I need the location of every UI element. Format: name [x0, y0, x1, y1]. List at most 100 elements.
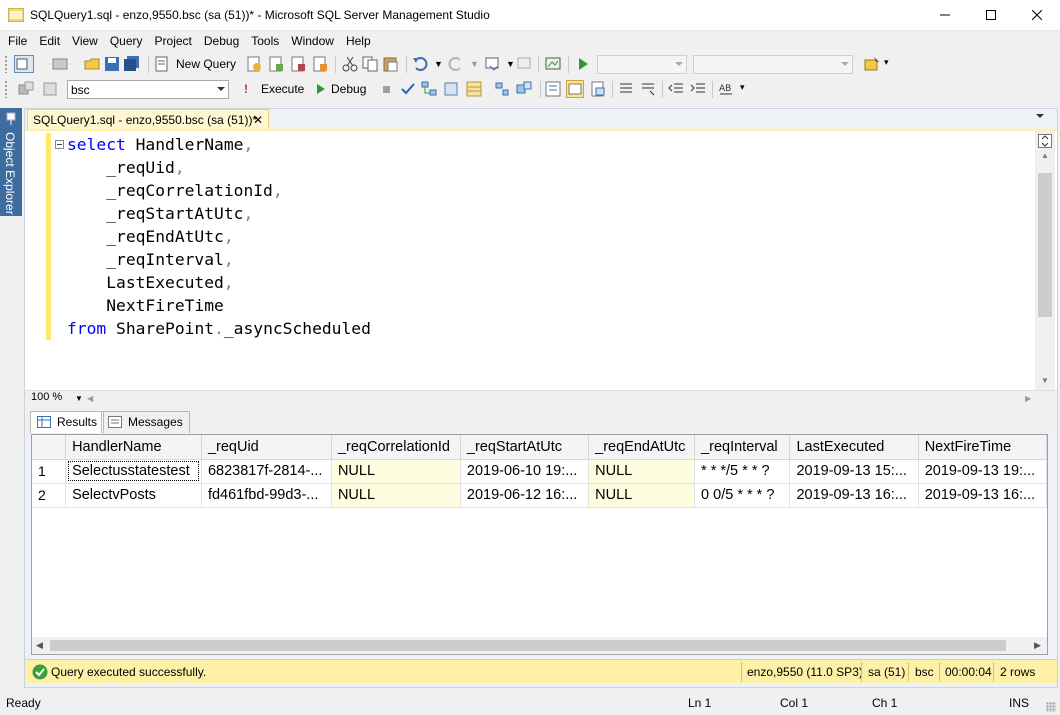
- scroll-down-arrow-icon[interactable]: ▼: [1041, 376, 1049, 385]
- column-header[interactable]: HandlerName: [65, 435, 202, 460]
- grid-cell[interactable]: NULL: [588, 483, 696, 508]
- change-connection-icon[interactable]: [42, 81, 58, 97]
- editor-scroll-thumb[interactable]: [1038, 173, 1052, 317]
- execute-button[interactable]: Execute: [261, 82, 304, 96]
- tab-messages[interactable]: Messages: [101, 411, 190, 433]
- code-line[interactable]: NextFireTime: [67, 294, 371, 317]
- live-query-statistics-icon[interactable]: [516, 81, 532, 97]
- comment-out-icon[interactable]: [618, 81, 634, 97]
- column-header[interactable]: _reqInterval: [694, 435, 791, 460]
- grid-horizontal-scrollbar[interactable]: ◀ ▶: [32, 637, 1047, 654]
- open-file-icon[interactable]: [84, 56, 100, 72]
- new-query-button[interactable]: New Query: [176, 57, 236, 71]
- solution-platform-combo[interactable]: [693, 55, 853, 74]
- start-debugging-icon[interactable]: [575, 56, 591, 72]
- results-to-file-icon[interactable]: [590, 81, 606, 97]
- grid-cell[interactable]: 2019-06-10 19:...: [460, 459, 590, 484]
- copy-icon[interactable]: [362, 56, 378, 72]
- grid-cell[interactable]: 2019-06-12 16:...: [460, 483, 590, 508]
- redo-dropdown-icon[interactable]: ▼: [470, 59, 479, 69]
- grid-cell[interactable]: Selectusstatestest: [65, 459, 202, 484]
- code-line[interactable]: _reqEndAtUtc,: [67, 225, 371, 248]
- query-options-icon[interactable]: [443, 81, 459, 97]
- row-number-header[interactable]: [32, 435, 67, 460]
- client-statistics-icon[interactable]: [545, 81, 561, 97]
- menu-view[interactable]: View: [66, 31, 104, 52]
- zoom-level[interactable]: 100 %: [31, 391, 73, 405]
- close-tab-icon[interactable]: ✕: [253, 113, 263, 127]
- scroll-up-arrow-icon[interactable]: ▲: [1041, 151, 1049, 160]
- row-number[interactable]: 1: [32, 459, 67, 484]
- scroll-left-arrow-icon[interactable]: ◀: [36, 640, 43, 651]
- connect-icon[interactable]: [18, 81, 34, 97]
- column-header[interactable]: _reqStartAtUtc: [460, 435, 590, 460]
- scroll-left-arrow-icon[interactable]: ◀: [87, 394, 93, 403]
- grid-cell[interactable]: 0 0/5 * * * ?: [694, 483, 791, 508]
- database-engine-query-icon[interactable]: [246, 56, 262, 72]
- column-header[interactable]: _reqCorrelationId: [331, 435, 461, 460]
- save-all-icon[interactable]: [124, 56, 140, 72]
- menu-edit[interactable]: Edit: [33, 31, 66, 52]
- grid-cell[interactable]: 2019-09-13 15:...: [789, 459, 919, 484]
- navigate-dropdown-icon[interactable]: ▼: [506, 59, 515, 69]
- grid-cell[interactable]: 2019-09-13 16:...: [789, 483, 919, 508]
- grid-cell[interactable]: * * */5 * * ?: [694, 459, 791, 484]
- undo-dropdown-icon[interactable]: ▼: [434, 59, 443, 69]
- redo-icon[interactable]: [448, 56, 464, 72]
- available-databases-combo[interactable]: bsc: [67, 80, 229, 99]
- grid-cell[interactable]: NULL: [331, 459, 461, 484]
- results-to-grid-icon[interactable]: [466, 81, 482, 97]
- solution-configuration-combo[interactable]: [597, 55, 687, 74]
- document-tab-sqlquery1[interactable]: SQLQuery1.sql - enzo,9550.bsc (sa (51))*…: [27, 109, 269, 130]
- results-grid[interactable]: HandlerName _reqUid _reqCorrelationId _r…: [31, 434, 1048, 655]
- menu-project[interactable]: Project: [149, 31, 198, 52]
- debug-button[interactable]: Debug: [331, 82, 366, 96]
- specify-template-parameters-icon[interactable]: AB: [718, 81, 734, 97]
- grid-cell[interactable]: 2019-09-13 19:...: [918, 459, 1047, 484]
- column-header[interactable]: _reqEndAtUtc: [588, 435, 696, 460]
- grid-cell[interactable]: NULL: [588, 459, 696, 484]
- properties-window-icon[interactable]: [864, 56, 880, 72]
- column-header[interactable]: _reqUid: [201, 435, 332, 460]
- toolbar-overflow-icon[interactable]: ▾: [884, 57, 889, 68]
- debug-play-icon[interactable]: [313, 81, 329, 97]
- resize-grip[interactable]: [1046, 702, 1056, 712]
- grid-cell[interactable]: 6823817f-2814-...: [201, 459, 332, 484]
- menu-help[interactable]: Help: [340, 31, 377, 52]
- code-line[interactable]: LastExecuted,: [67, 271, 371, 294]
- grid-cell[interactable]: 2019-09-13 16:...: [918, 483, 1047, 508]
- minimize-button[interactable]: [922, 0, 968, 30]
- decrease-indent-icon[interactable]: [668, 81, 684, 97]
- editor-vertical-scrollbar[interactable]: ▲ ▼: [1035, 131, 1055, 390]
- increase-indent-icon[interactable]: [690, 81, 706, 97]
- collapse-outline-icon[interactable]: [55, 140, 64, 149]
- paste-icon[interactable]: [382, 56, 398, 72]
- toolbar-overflow-icon[interactable]: ▾: [740, 82, 745, 93]
- tab-list-dropdown-icon[interactable]: [1036, 114, 1044, 118]
- menu-file[interactable]: File: [2, 31, 33, 52]
- dmx-query-icon[interactable]: [290, 56, 306, 72]
- screen-capture-icon[interactable]: [545, 56, 561, 72]
- close-window-button[interactable]: [1014, 0, 1060, 30]
- column-header[interactable]: LastExecuted: [789, 435, 919, 460]
- split-editor-icon[interactable]: [1038, 134, 1052, 148]
- menu-query[interactable]: Query: [104, 31, 149, 52]
- toolbar-grip[interactable]: [4, 55, 8, 73]
- toolbar-grip[interactable]: [4, 80, 8, 98]
- xmla-query-icon[interactable]: [312, 56, 328, 72]
- object-explorer-toggle-icon[interactable]: [14, 55, 34, 73]
- column-header[interactable]: NextFireTime: [918, 435, 1047, 460]
- row-number[interactable]: 2: [32, 483, 67, 508]
- uncomment-icon[interactable]: [640, 81, 656, 97]
- code-line[interactable]: _reqInterval,: [67, 248, 371, 271]
- undo-icon[interactable]: [412, 56, 428, 72]
- display-estimated-plan-icon[interactable]: [421, 81, 437, 97]
- grid-scroll-thumb[interactable]: [50, 640, 1006, 651]
- cut-icon[interactable]: [342, 56, 358, 72]
- parse-checkmark-icon[interactable]: [400, 81, 416, 97]
- object-explorer-tab[interactable]: Object Explorer: [0, 108, 22, 216]
- code-line[interactable]: _reqUid,: [67, 156, 371, 179]
- include-actual-plan-icon[interactable]: [494, 81, 510, 97]
- scroll-right-arrow-icon[interactable]: ▶: [1025, 394, 1031, 403]
- code-line[interactable]: from SharePoint._asyncScheduled: [67, 317, 371, 340]
